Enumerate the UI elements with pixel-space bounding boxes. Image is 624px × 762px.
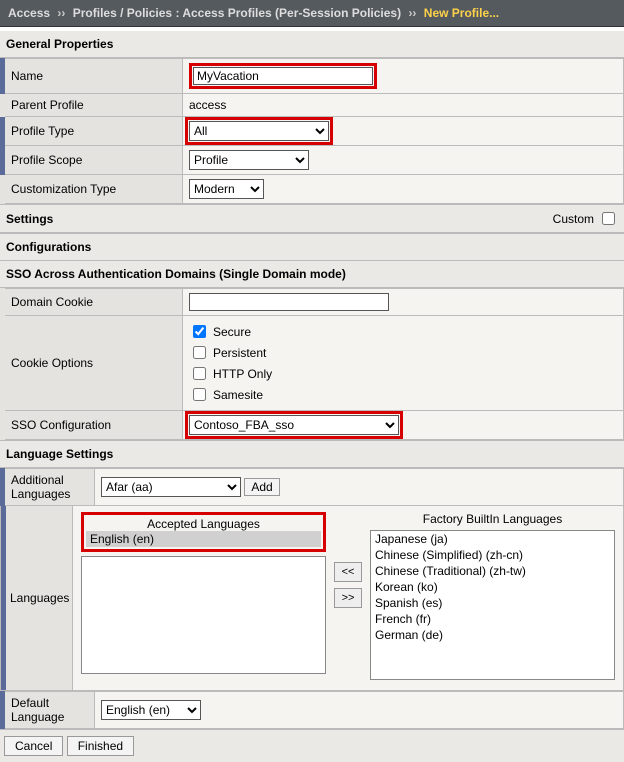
sso-form: Domain Cookie Cookie Options Secure Pers… [0, 288, 624, 440]
add-lang-label: Additional Languages [3, 469, 95, 506]
sso-conf-label: SSO Configuration [3, 411, 183, 440]
persistent-label: Persistent [213, 346, 266, 360]
list-item[interactable]: Chinese (Traditional) (zh-tw) [371, 563, 614, 579]
default-language-select[interactable]: English (en) [101, 700, 201, 720]
breadcrumb-path[interactable]: Profiles / Policies : Access Profiles (P… [73, 6, 401, 20]
additional-languages-select[interactable]: Afar (aa) [101, 477, 241, 497]
sso-configuration-select[interactable]: Contoso_FBA_sso [189, 415, 399, 435]
add-lang-form: Additional Languages Afar (aa) Add [0, 468, 624, 506]
breadcrumb-sep: ›› [408, 6, 416, 20]
parent-value: access [183, 94, 624, 117]
default-lang-label: Default Language [3, 692, 95, 729]
cookie-opts-label: Cookie Options [3, 316, 183, 411]
factory-languages-col: Factory BuiltIn Languages Japanese (ja) … [370, 512, 615, 680]
custom-label: Custom [553, 212, 594, 226]
domain-cookie-label: Domain Cookie [3, 289, 183, 316]
accepted-item[interactable]: English (en) [86, 531, 321, 547]
add-language-button[interactable]: Add [244, 478, 279, 496]
breadcrumb-current: New Profile... [424, 6, 499, 20]
section-language: Language Settings [0, 440, 624, 468]
section-configurations: Configurations [0, 233, 624, 261]
general-form: Name Parent Profile access Profile Type … [0, 58, 624, 204]
list-item[interactable]: Korean (ko) [371, 579, 614, 595]
secure-label: Secure [213, 325, 251, 339]
samesite-label: Samesite [213, 388, 263, 402]
finished-button[interactable]: Finished [67, 736, 134, 756]
breadcrumb-root[interactable]: Access [8, 6, 50, 20]
section-general: General Properties [0, 31, 624, 58]
httponly-label: HTTP Only [213, 367, 272, 381]
accepted-title: Accepted Languages [86, 517, 321, 531]
customization-type-select[interactable]: Modern [189, 179, 264, 199]
samesite-checkbox[interactable] [193, 388, 206, 401]
move-left-button[interactable]: << [334, 562, 362, 582]
breadcrumb: Access ›› Profiles / Policies : Access P… [0, 0, 624, 27]
accepted-listbox[interactable] [81, 556, 326, 674]
scope-label: Profile Scope [3, 146, 183, 175]
factory-listbox[interactable]: Japanese (ja) Chinese (Simplified) (zh-c… [370, 530, 615, 680]
footer: Cancel Finished [0, 729, 624, 762]
settings-title: Settings [6, 212, 53, 226]
domain-cookie-input[interactable] [189, 293, 389, 311]
type-label: Profile Type [3, 117, 183, 146]
move-right-button[interactable]: >> [334, 588, 362, 608]
list-item[interactable]: German (de) [371, 627, 614, 643]
profile-type-select[interactable]: All [189, 121, 329, 141]
cancel-button[interactable]: Cancel [4, 736, 63, 756]
factory-title: Factory BuiltIn Languages [370, 512, 615, 526]
accepted-languages-col: Accepted Languages English (en) [81, 512, 326, 674]
sso-subheader: SSO Across Authentication Domains (Singl… [0, 261, 624, 288]
cust-label: Customization Type [3, 175, 183, 204]
name-input[interactable] [193, 67, 373, 85]
list-item[interactable]: Japanese (ja) [371, 531, 614, 547]
secure-checkbox[interactable] [193, 325, 206, 338]
section-settings: Settings Custom [0, 204, 624, 233]
accepted-highlight: Accepted Languages English (en) [81, 512, 326, 552]
list-item[interactable]: Chinese (Simplified) (zh-cn) [371, 547, 614, 563]
profile-scope-select[interactable]: Profile [189, 150, 309, 170]
parent-label: Parent Profile [3, 94, 183, 117]
list-item[interactable]: Spanish (es) [371, 595, 614, 611]
custom-checkbox[interactable] [602, 212, 615, 225]
name-label: Name [3, 59, 183, 94]
httponly-checkbox[interactable] [193, 367, 206, 380]
languages-label: Languages [1, 506, 73, 690]
breadcrumb-sep: ›› [57, 6, 65, 20]
persistent-checkbox[interactable] [193, 346, 206, 359]
list-item[interactable]: French (fr) [371, 611, 614, 627]
